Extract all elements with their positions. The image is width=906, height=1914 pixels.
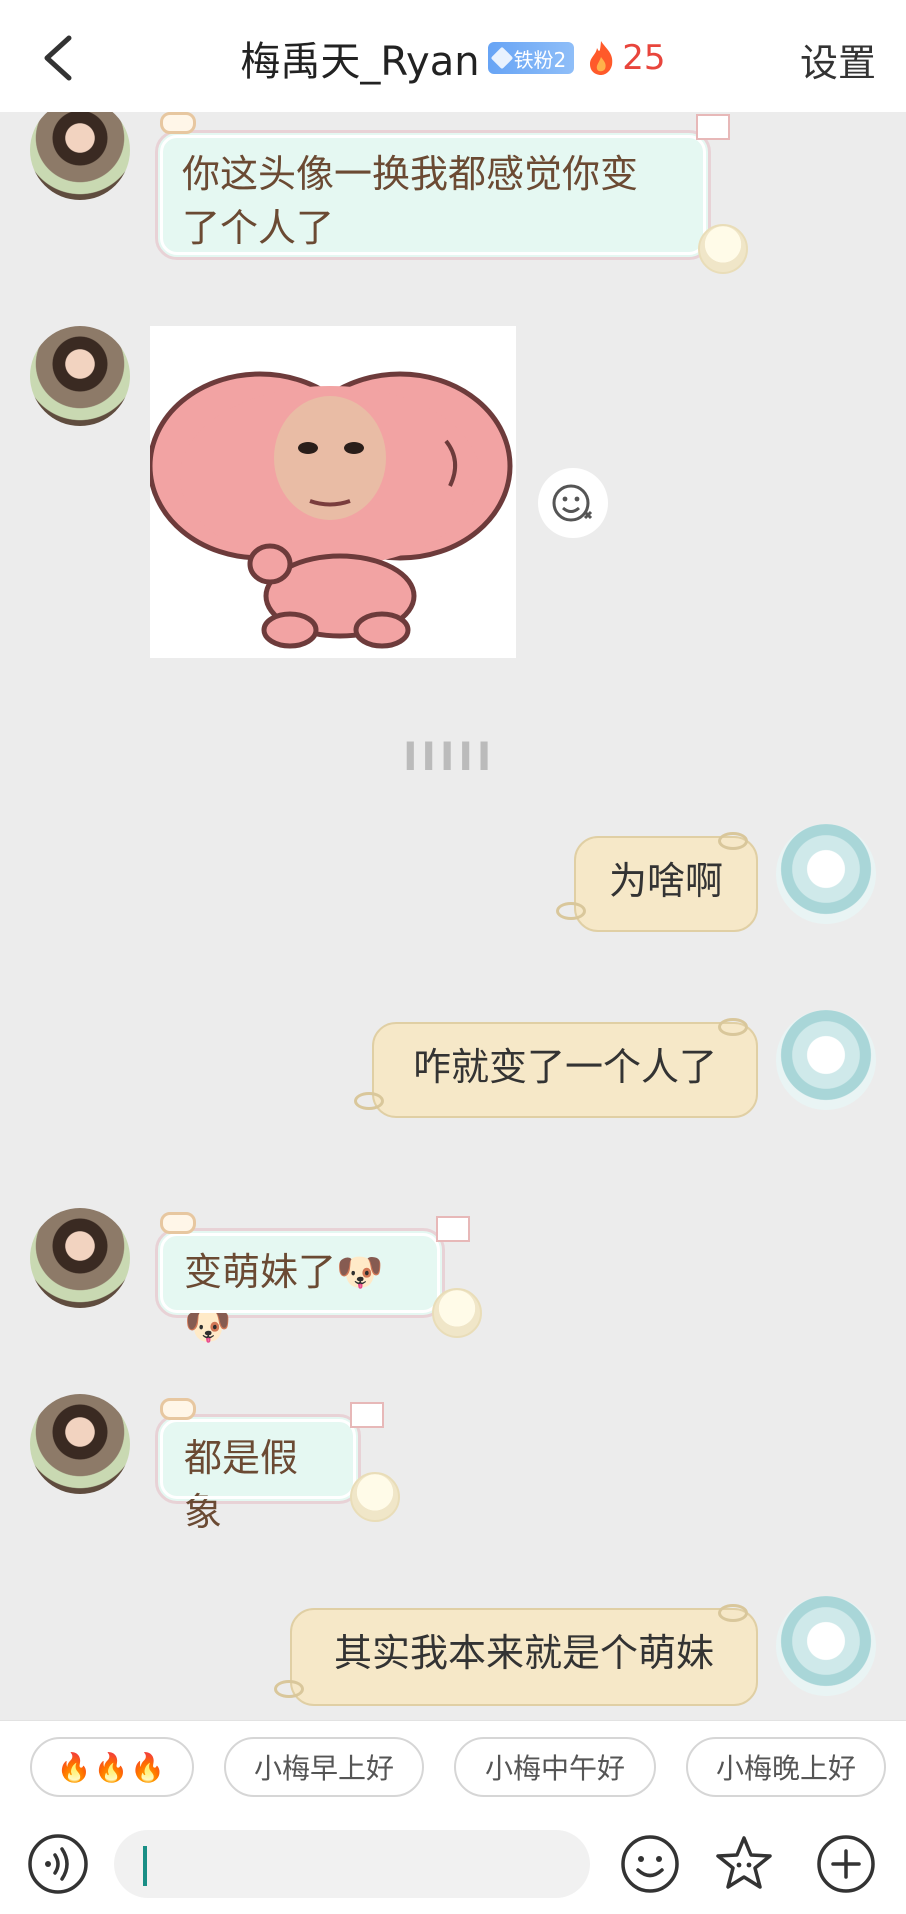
quick-reply-noon[interactable]: 小梅中午好	[454, 1737, 656, 1797]
message-bubble-outgoing[interactable]: 为啥啊	[574, 836, 758, 932]
message-text: 变萌妹了	[184, 1250, 337, 1294]
chat-header: 梅禹天_Ryan 铁粉2 25 设置	[0, 0, 906, 112]
bear-decoration-icon	[432, 1288, 482, 1338]
envelope-decoration-icon	[350, 1402, 384, 1428]
clip-decoration-icon	[160, 112, 196, 134]
message-input[interactable]	[114, 1830, 590, 1898]
sticker-message[interactable]	[147, 326, 516, 658]
avatar[interactable]	[30, 1208, 130, 1308]
envelope-decoration-icon	[696, 114, 730, 140]
curl-decoration-icon	[354, 1092, 384, 1110]
clip-decoration-icon	[160, 1398, 196, 1420]
message-list[interactable]: 你这头像一换我都感觉你变 了个人了 ▍▍▍▍▍ 为啥啊 咋就变了一个人了 变萌妹…	[0, 112, 906, 1720]
flame-icon	[590, 41, 613, 75]
curl-decoration-icon	[718, 1018, 748, 1036]
quick-reply-morning[interactable]: 小梅早上好	[224, 1737, 424, 1797]
add-sticker-button[interactable]	[538, 468, 608, 538]
bear-decoration-icon	[698, 224, 748, 274]
pink-blob-sticker-icon	[147, 371, 513, 649]
message-bubble-incoming[interactable]: 都是假象	[155, 1414, 361, 1534]
curl-decoration-icon	[556, 902, 586, 920]
text-caret	[143, 1846, 147, 1886]
curl-decoration-icon	[718, 1604, 748, 1622]
voice-button[interactable]	[20, 1826, 96, 1902]
avatar[interactable]	[776, 1596, 876, 1696]
message-bubble-incoming[interactable]: 你这头像一换我都感觉你变 了个人了	[155, 130, 711, 260]
favorite-sticker-button[interactable]	[706, 1826, 782, 1902]
message-text: 咋就变了一个人了	[412, 1045, 717, 1089]
avatar[interactable]	[30, 1394, 130, 1494]
curl-decoration-icon	[718, 832, 748, 850]
quick-reply-evening[interactable]: 小梅晚上好	[686, 1737, 886, 1797]
smile-plus-icon	[552, 484, 593, 522]
smile-icon	[621, 1835, 679, 1893]
clip-decoration-icon	[160, 1212, 196, 1234]
bear-decoration-icon	[350, 1472, 400, 1522]
intimacy-flame: 25	[586, 38, 666, 78]
input-bar	[0, 1814, 906, 1914]
plus-circle-icon	[817, 1835, 875, 1893]
voice-icon	[28, 1834, 88, 1894]
avatar[interactable]	[30, 326, 130, 426]
more-button[interactable]	[808, 1826, 884, 1902]
quick-reply-fire[interactable]: 🔥🔥🔥	[30, 1737, 194, 1797]
system-note: ▍▍▍▍▍	[406, 742, 500, 770]
message-bubble-outgoing[interactable]: 咋就变了一个人了	[372, 1022, 758, 1118]
page-title: 梅禹天_Ryan	[240, 39, 480, 85]
message-text: 其实我本来就是个萌妹	[333, 1631, 714, 1675]
settings-button[interactable]: 设置	[800, 32, 876, 87]
flame-icon: 🔥🔥🔥	[56, 1750, 168, 1784]
message-text: 都是假象	[184, 1436, 299, 1534]
envelope-decoration-icon	[436, 1216, 470, 1242]
emoji-button[interactable]	[612, 1826, 688, 1902]
avatar[interactable]	[776, 824, 876, 924]
diamond-icon	[490, 46, 513, 70]
message-bubble-incoming[interactable]: 变萌妹了🐶🐶	[155, 1228, 445, 1348]
star-face-icon	[716, 1836, 772, 1889]
quick-reply-bar: 🔥🔥🔥 小梅早上好 小梅中午好 小梅晚上好	[0, 1720, 906, 1814]
avatar[interactable]	[30, 112, 130, 200]
curl-decoration-icon	[274, 1680, 304, 1698]
message-text: 了个人了	[182, 206, 335, 250]
flame-count-value: 25	[622, 38, 666, 78]
fan-level-badge: 铁粉2	[487, 42, 575, 74]
fan-badge-label: 铁粉2	[513, 47, 567, 72]
chat-title-group: 梅禹天_Ryan 铁粉2 25	[0, 28, 906, 88]
message-bubble-outgoing[interactable]: 其实我本来就是个萌妹	[290, 1608, 758, 1706]
message-text: 为啥啊	[608, 859, 723, 903]
avatar[interactable]	[776, 1010, 876, 1110]
message-text: 你这头像一换我都感觉你变	[182, 152, 639, 196]
